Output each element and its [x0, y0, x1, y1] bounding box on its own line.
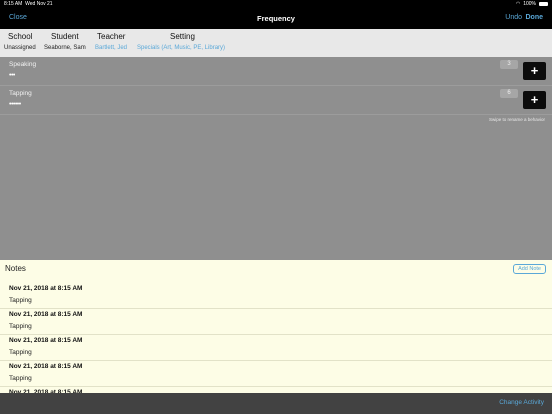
notes-panel: Notes Add Note Nov 21, 2018 at 8:15 AM T… — [0, 260, 552, 396]
plus-icon: + — [530, 63, 539, 78]
student-label: Student — [51, 32, 79, 41]
note-timestamp: Nov 21, 2018 at 8:15 AM — [9, 311, 83, 318]
student-value: Seaborne, Sam — [44, 45, 86, 51]
school-value: Unassigned — [4, 45, 36, 51]
note-text: Tapping — [9, 349, 32, 356]
add-note-button[interactable]: Add Note — [513, 264, 546, 274]
undo-button[interactable]: Undo — [505, 14, 522, 21]
battery-percent: 100% — [523, 1, 536, 7]
behavior-name: Speaking — [9, 61, 37, 68]
note-item[interactable]: Nov 21, 2018 at 8:15 AM Tapping — [0, 360, 552, 387]
behavior-tally: •••••• — [9, 101, 21, 108]
note-item[interactable]: Nov 21, 2018 at 8:15 AM Tapping — [0, 282, 552, 309]
behavior-list: Speaking ••• 3 + Tapping •••••• 6 + — [0, 57, 552, 260]
note-timestamp: Nov 21, 2018 at 8:15 AM — [9, 337, 83, 344]
status-date: Wed Nov 21 — [25, 1, 53, 7]
note-item[interactable]: Nov 21, 2018 at 8:15 AM Tapping — [0, 334, 552, 361]
swipe-hint: Swipe to rename a behavior — [488, 117, 545, 122]
behavior-tally: ••• — [9, 72, 15, 79]
note-text: Tapping — [9, 297, 32, 304]
behavior-row-speaking[interactable]: Speaking ••• 3 + — [0, 57, 552, 86]
setting-label: Setting — [170, 32, 195, 41]
setting-value[interactable]: Specials (Art, Music, PE, Library) — [137, 45, 225, 51]
plus-icon: + — [530, 92, 539, 107]
behavior-count: 3 — [500, 60, 518, 69]
behavior-row-tapping[interactable]: Tapping •••••• 6 + — [0, 86, 552, 115]
note-text: Tapping — [9, 323, 32, 330]
wifi-icon: ◠ — [515, 1, 521, 7]
battery-icon — [539, 2, 548, 6]
increment-button[interactable]: + — [523, 91, 546, 109]
note-timestamp: Nov 21, 2018 at 8:15 AM — [9, 363, 83, 370]
status-time-date: 8:15 AM Wed Nov 21 — [4, 1, 53, 7]
school-label: School — [8, 32, 33, 41]
done-button[interactable]: Done — [526, 14, 544, 21]
teacher-value[interactable]: Bartlett, Jed — [95, 45, 127, 51]
bottom-toolbar: Change Activity — [0, 393, 552, 414]
status-right: ◠ 100% — [516, 1, 548, 7]
nav-bar: Close Frequency Undo Done — [0, 9, 552, 29]
notes-title: Notes — [5, 264, 26, 273]
change-activity-button[interactable]: Change Activity — [499, 399, 544, 406]
teacher-label: Teacher — [97, 32, 126, 41]
status-bar: 8:15 AM Wed Nov 21 ◠ 100% — [0, 0, 552, 9]
increment-button[interactable]: + — [523, 62, 546, 80]
note-item[interactable]: Nov 21, 2018 at 8:15 AM Tapping — [0, 308, 552, 335]
page-title: Frequency — [257, 14, 295, 23]
session-info-bar: School Unassigned Student Seaborne, Sam … — [0, 29, 552, 57]
note-timestamp: Nov 21, 2018 at 8:15 AM — [9, 285, 83, 292]
behavior-count: 6 — [500, 89, 518, 98]
note-text: Tapping — [9, 375, 32, 382]
behavior-name: Tapping — [9, 90, 32, 97]
status-time: 8:15 AM — [4, 1, 23, 7]
